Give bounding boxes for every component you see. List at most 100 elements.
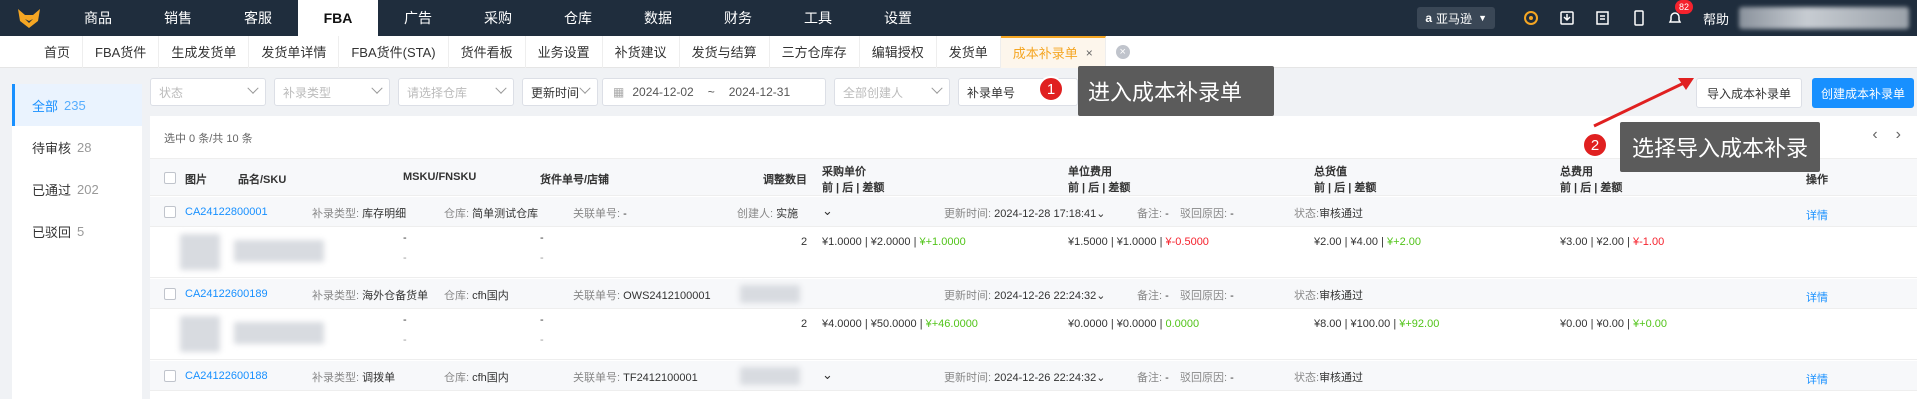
field-value: 库存明细 (362, 208, 407, 220)
coin-icon[interactable] (1521, 8, 1541, 28)
fee-before: ¥0.0000 (1068, 318, 1108, 330)
price-diff: ¥+1.0000 (919, 236, 966, 248)
status-select[interactable]: 状态 (150, 78, 266, 106)
status-label: 全部 (32, 98, 59, 114)
col-unit-fee-sub: 前 | 后 | 差额 (1068, 182, 1131, 194)
import-cost-supplement-button[interactable]: 导入成本补录单 (1696, 78, 1802, 108)
field-value: cfh国内 (472, 290, 509, 302)
detail-link[interactable]: 详情 (1806, 371, 1828, 387)
user-account-blurred[interactable] (1739, 7, 1909, 29)
field-label: 关联单号: (573, 372, 621, 384)
fee-after: ¥1.0000 (1116, 236, 1157, 248)
date-range-picker[interactable]: ▦ 2024-12-02 ~ 2024-12-31 (602, 78, 826, 106)
row-checkbox[interactable] (164, 206, 176, 218)
nav-item-purchase[interactable]: 采购 (458, 0, 538, 36)
page-tabs: 首页 FBA货件 生成发货单 发货单详情 FBA货件(STA) 货件看板 业务设… (0, 35, 1917, 68)
nav-item-finance[interactable]: 财务 (698, 0, 778, 36)
tab-cost-supplement[interactable]: 成本补录单 × (1000, 35, 1106, 68)
tab-fba-sta[interactable]: FBA货件(STA) (339, 35, 449, 68)
select-all-checkbox[interactable] (164, 172, 176, 184)
tab-shipment-detail[interactable]: 发货单详情 (249, 35, 340, 68)
chevron-down-icon[interactable]: ⌄ (1096, 208, 1105, 220)
download-icon[interactable] (1557, 8, 1577, 28)
nav-item-tools[interactable]: 工具 (778, 0, 858, 36)
create-cost-supplement-button[interactable]: 创建成本补录单 (1812, 78, 1914, 108)
supplement-type: 补录类型: 库存明细 (312, 205, 406, 221)
prev-page-icon[interactable]: ‹ (1872, 126, 1877, 144)
task-list-icon[interactable] (1593, 8, 1613, 28)
help-link[interactable]: 帮助 (1703, 9, 1729, 28)
field-label: 仓库: (444, 208, 470, 220)
next-page-icon[interactable]: › (1896, 126, 1901, 144)
bell-icon[interactable]: 82 (1665, 0, 1693, 28)
expand-chevron-icon[interactable]: ⌄ (822, 203, 833, 219)
warehouse-select[interactable]: 请选择仓库 (398, 78, 514, 106)
amazon-icon: a (1425, 11, 1433, 25)
mobile-icon[interactable] (1629, 8, 1649, 28)
status-label: 已通过 (32, 182, 72, 198)
nav-item-ads[interactable]: 广告 (378, 0, 458, 36)
nav-item-products[interactable]: 商品 (58, 0, 138, 36)
tab-create-shipment[interactable]: 生成发货单 (159, 35, 250, 68)
nav-item-settings[interactable]: 设置 (858, 0, 938, 36)
col-total-value: 总货值 (1314, 166, 1347, 178)
status-approved[interactable]: 已通过 202 (12, 168, 142, 210)
store: - (540, 252, 544, 264)
date-separator: ~ (707, 85, 715, 99)
field-value: - (1165, 290, 1169, 302)
marketplace-select[interactable]: a 亚马逊 ▼ (1417, 7, 1495, 29)
chevron-down-icon[interactable]: ⌄ (1096, 372, 1105, 384)
field-label: 关联单号: (573, 208, 621, 220)
row-checkbox[interactable] (164, 370, 176, 382)
fee-diff: ¥-0.5000 (1165, 236, 1209, 248)
nav-item-warehouse[interactable]: 仓库 (538, 0, 618, 36)
tab-home[interactable]: 首页 (32, 35, 84, 68)
tab-replenish[interactable]: 补货建议 (603, 35, 680, 68)
chevron-down-icon[interactable]: ⌄ (1096, 290, 1105, 302)
expand-chevron-icon[interactable]: ⌄ (822, 367, 833, 383)
row-checkbox[interactable] (164, 288, 176, 300)
group-row: CA24122600189 补录类型: 海外仓备货单 仓库: cfh国内 关联单… (150, 279, 1917, 309)
status-pending[interactable]: 待审核 28 (12, 126, 142, 168)
totalfee-diff: ¥+0.00 (1633, 318, 1667, 330)
tab-more-icon[interactable]: × (1115, 44, 1130, 59)
status-rejected[interactable]: 已驳回 5 (12, 210, 142, 252)
tab-edit-auth[interactable]: 编辑授权 (860, 35, 937, 68)
detail-link[interactable]: 详情 (1806, 289, 1828, 305)
value-after: ¥4.00 (1350, 236, 1379, 248)
supplement-type-select[interactable]: 补录类型 (274, 78, 390, 106)
col-name-sku: 品名/SKU (238, 174, 287, 186)
related-no: 关联单号: - (573, 205, 627, 221)
status-all[interactable]: 全部 235 (12, 84, 142, 126)
detail-link[interactable]: 详情 (1806, 207, 1828, 223)
total-value: ¥8.00 | ¥100.00 | ¥+92.00 (1314, 318, 1440, 330)
total-fee: ¥3.00 | ¥2.00 | ¥-1.00 (1560, 236, 1665, 248)
nav-item-fba[interactable]: FBA (298, 0, 378, 36)
tab-3pl-inventory[interactable]: 三方仓库存 (770, 35, 860, 68)
nav-right: a 亚马逊 ▼ 82 帮助 (1417, 0, 1917, 36)
close-icon[interactable]: × (1086, 46, 1093, 60)
product-name-blurred (234, 322, 324, 344)
col-shipment: 货件单号/店铺 (540, 174, 610, 186)
creator-select[interactable]: 全部创建人 (834, 78, 950, 106)
doc-id-link[interactable]: CA24122600188 (185, 370, 268, 382)
tab-business-settings[interactable]: 业务设置 (526, 35, 603, 68)
doc-id-link[interactable]: CA24122800001 (185, 206, 268, 218)
logo-icon[interactable] (0, 0, 58, 36)
field-label: 仓库: (444, 372, 470, 384)
tab-settlement[interactable]: 发货与结算 (680, 35, 770, 68)
tab-shipment-board[interactable]: 货件看板 (449, 35, 526, 68)
reject-reason: 驳回原因: - (1180, 205, 1234, 221)
field-value: 2024-12-26 22:24:32 (994, 290, 1097, 302)
nav-item-data[interactable]: 数据 (618, 0, 698, 36)
tab-shipping-order[interactable]: 发货单 (937, 35, 1001, 68)
nav-item-service[interactable]: 客服 (218, 0, 298, 36)
value-after: ¥100.00 (1350, 318, 1391, 330)
tab-fba-shipment[interactable]: FBA货件 (83, 35, 160, 68)
fnsku: - (403, 252, 407, 264)
time-type-select[interactable]: 更新时间 (522, 78, 598, 106)
field-label: 状态: (1294, 372, 1320, 384)
doc-id-link[interactable]: CA24122600189 (185, 288, 268, 300)
selection-info: 选中 0 条/共 10 条 (164, 133, 253, 145)
nav-item-sales[interactable]: 销售 (138, 0, 218, 36)
